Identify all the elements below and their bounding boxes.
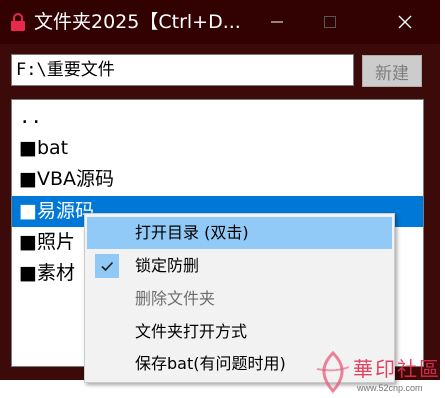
list-item-label: ■VBA源码	[19, 168, 114, 190]
lock-icon	[11, 13, 25, 31]
menu-item-label: 保存bat(有问题时用)	[135, 354, 286, 373]
minimize-button[interactable]	[254, 0, 300, 44]
list-item-label: ■照片	[19, 231, 75, 253]
menu-item-open-directory[interactable]: 打开目录 (双击)	[87, 217, 392, 249]
window-title: 文件夹2025【Ctrl+D...	[34, 11, 241, 33]
watermark-url: www.52cnp.com	[357, 383, 423, 393]
list-item-parent[interactable]: ..	[12, 102, 423, 133]
watermark-logo-icon	[316, 350, 350, 394]
maximize-icon	[324, 16, 336, 28]
list-item-label: ■易源码	[19, 200, 94, 222]
list-item-label: ■素材	[19, 262, 75, 284]
list-item-vba-source[interactable]: ■VBA源码	[12, 164, 423, 195]
title-bar[interactable]: 文件夹2025【Ctrl+D...	[0, 0, 440, 44]
menu-item-label: 删除文件夹	[135, 289, 216, 308]
menu-item-open-method[interactable]: 文件夹打开方式	[87, 316, 392, 348]
watermark: 華印社區 www.52cnp.com	[311, 345, 445, 398]
minimize-icon	[271, 21, 283, 23]
menu-item-lock-delete[interactable]: 锁定防删	[87, 250, 392, 282]
new-button[interactable]: 新建	[362, 55, 422, 87]
path-input[interactable]: F:\重要文件	[11, 54, 354, 86]
list-item-bat[interactable]: ■bat	[12, 133, 423, 164]
check-icon	[95, 254, 119, 278]
close-button[interactable]	[382, 0, 428, 44]
list-item-label: ■bat	[19, 137, 69, 159]
menu-item-label: 锁定防删	[135, 256, 200, 275]
menu-item-label: 文件夹打开方式	[135, 322, 248, 341]
watermark-text: 華印社區	[353, 357, 441, 381]
close-icon	[398, 15, 412, 29]
maximize-button[interactable]	[307, 0, 353, 44]
menu-item-delete-folder: 删除文件夹	[87, 283, 392, 315]
menu-item-label: 打开目录 (双击)	[135, 223, 249, 242]
